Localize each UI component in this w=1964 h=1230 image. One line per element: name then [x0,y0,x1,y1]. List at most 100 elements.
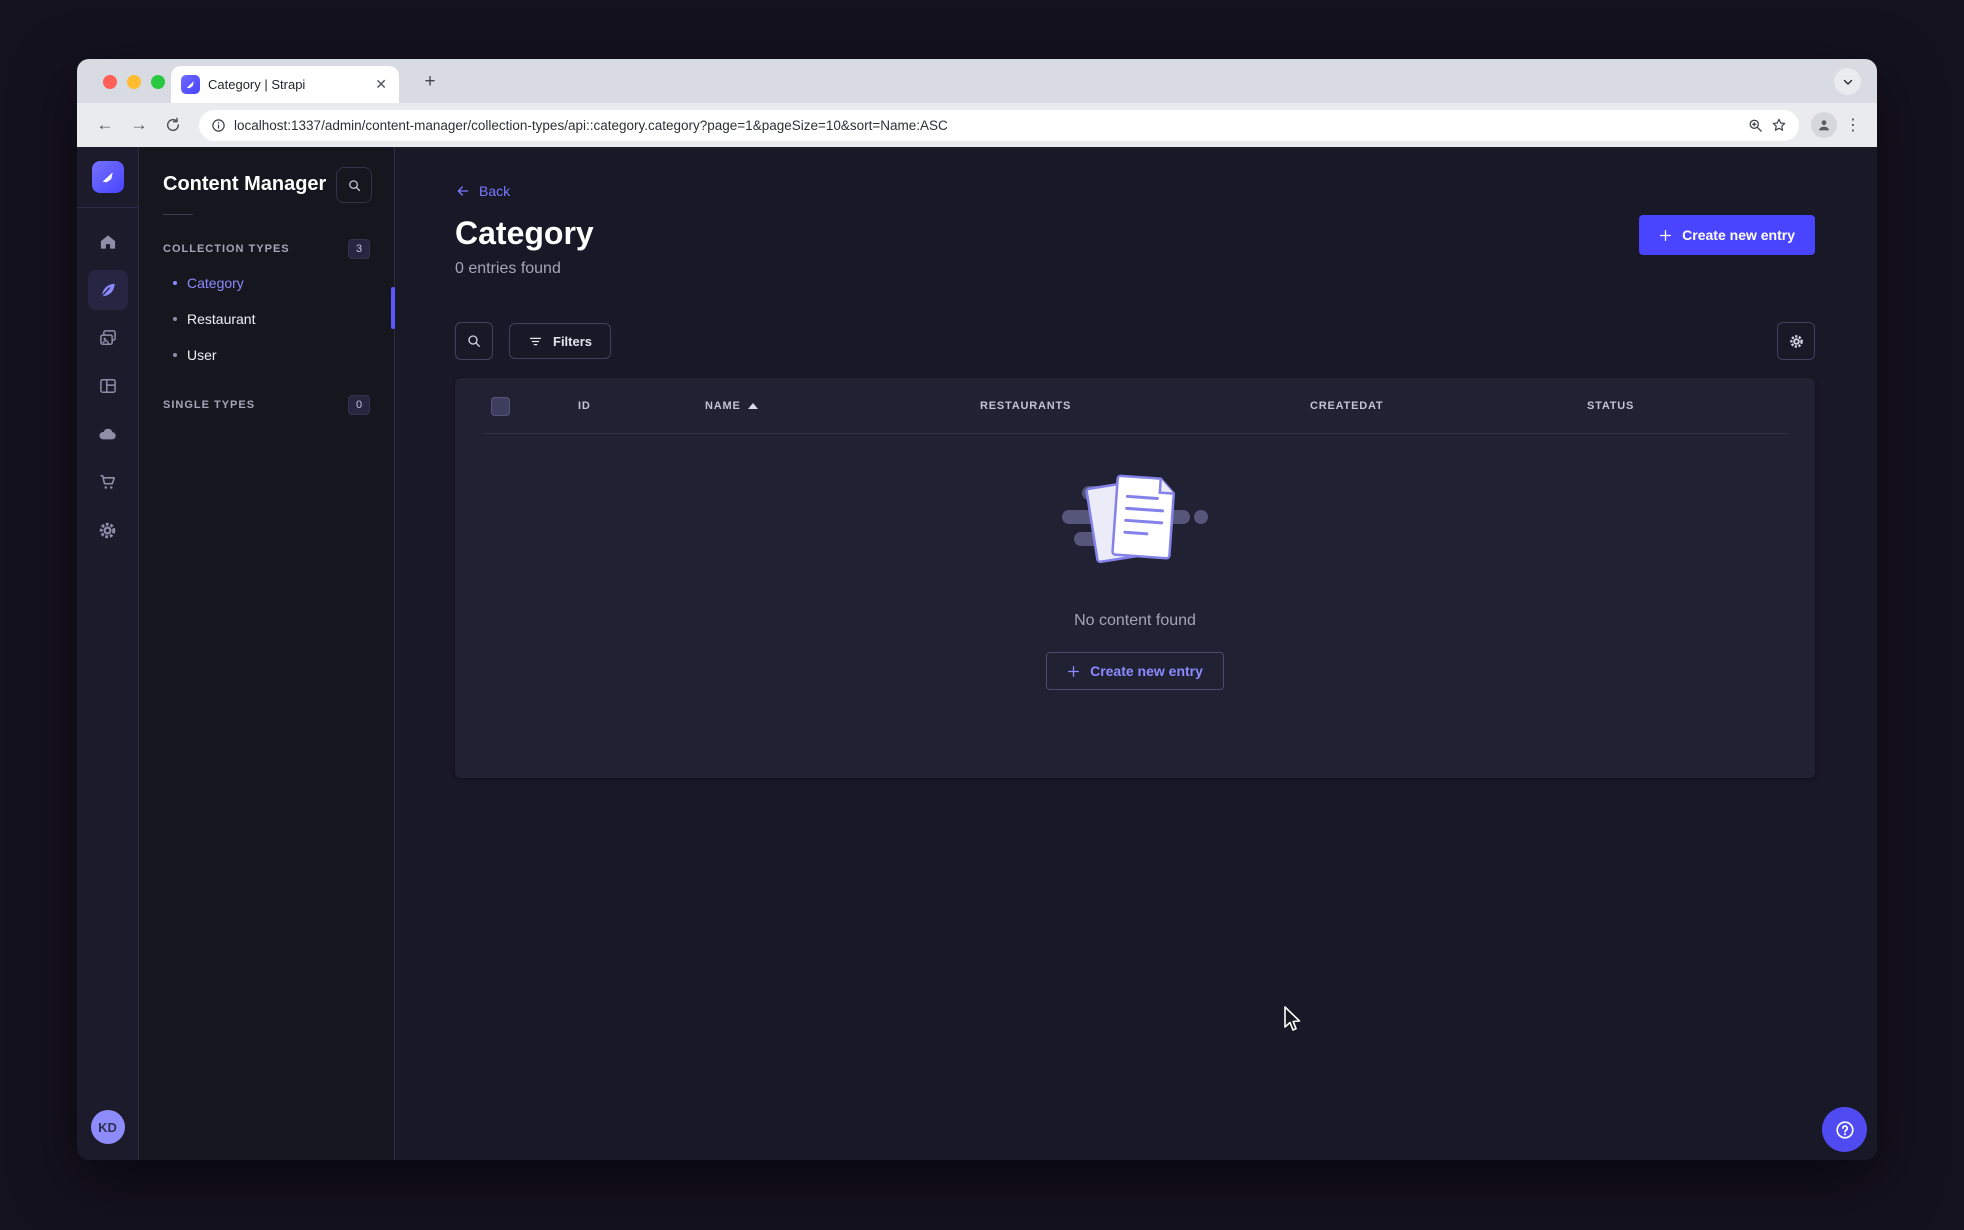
no-content-illustration [1062,474,1208,564]
rail-divider [77,207,139,208]
sidebar-item-label: User [187,347,217,363]
search-icon [348,179,360,191]
column-label: CREATEDAT [1310,400,1384,412]
bullet-icon [173,281,177,285]
single-types-section-header: SINGLE TYPES 0 [163,395,370,415]
plus-icon [1660,229,1672,241]
empty-create-new-entry-button[interactable]: Create new entry [1046,652,1224,690]
cloud-icon [99,428,116,439]
tab-close-icon[interactable]: ✕ [373,76,389,93]
user-avatar[interactable]: KD [90,1110,125,1144]
arrow-left-icon [457,186,469,196]
create-new-entry-label: Create new entry [1682,227,1795,243]
nav-home-button[interactable] [88,222,128,262]
browser-menu-button[interactable]: ⋮ [1843,117,1863,133]
nav-marketplace-button[interactable] [88,462,128,502]
question-mark-icon [1835,1120,1854,1139]
back-link[interactable]: Back [455,183,1815,199]
home-icon [100,235,115,249]
browser-toolbar: ← → localhost:1337/admin/content-manager… [77,103,1877,147]
panel-divider [163,214,193,215]
empty-create-label: Create new entry [1090,663,1203,679]
search-icon [468,335,480,347]
main-content: Back Category 0 entries found Create new… [395,147,1877,1160]
collection-types-section-header: COLLECTION TYPES 3 [163,239,370,259]
feather-pen-icon [100,283,115,298]
person-icon [1819,120,1829,131]
tab-search-button[interactable] [1834,68,1861,95]
nav-settings-button[interactable] [88,510,128,550]
bullet-icon [173,317,177,321]
gear-icon [99,522,116,538]
url-text[interactable]: localhost:1337/admin/content-manager/col… [234,118,1740,133]
content-manager-panel: Content Manager COLLECTION TYPES 3 Categ… [139,147,395,1160]
column-header-status[interactable]: STATUS [1587,400,1815,412]
browser-tab[interactable]: Category | Strapi ✕ [171,66,399,103]
column-label: RESTAURANTS [980,400,1072,412]
minimize-window-button[interactable] [127,75,141,89]
table-actions-row: Filters [455,322,1815,360]
table-header-row: ID NAME RESTAURANTS CREATEDAT STATUS [455,378,1815,434]
column-header-name[interactable]: NAME [705,400,980,412]
panel-search-button[interactable] [336,167,372,203]
sidebar-item-category[interactable]: Category [163,265,370,301]
page-title: Category [455,215,594,251]
empty-state-message: No content found [1074,612,1196,629]
back-button[interactable]: ← [91,111,119,139]
tab-title: Category | Strapi [208,77,306,92]
nav-content-type-builder-button[interactable] [88,366,128,406]
section-label: COLLECTION TYPES [163,243,290,255]
select-all-checkbox[interactable] [491,396,510,416]
layout-icon [99,379,116,393]
browser-window: Category | Strapi ✕ + ← → localhost:1337… [77,59,1877,1160]
entries-table: ID NAME RESTAURANTS CREATEDAT STATUS No … [455,378,1815,778]
bookmark-star-icon[interactable] [1771,117,1787,133]
entries-count: 0 entries found [455,260,561,277]
new-tab-button[interactable]: + [417,69,443,95]
table-settings-button[interactable] [1777,322,1815,360]
single-types-count-badge: 0 [348,395,370,415]
forward-button[interactable]: → [125,111,153,139]
empty-state: No content found Create new entry [455,468,1815,690]
zoom-icon[interactable] [1748,118,1763,133]
strapi-logo[interactable] [91,161,124,193]
filters-label: Filters [553,333,593,349]
panel-title: Content Manager [163,173,327,195]
gear-icon [1789,334,1803,348]
help-button[interactable] [1822,1107,1867,1152]
close-window-button[interactable] [103,75,117,89]
sidebar-item-label: Restaurant [187,311,256,327]
main-nav-rail: KD [77,147,139,1160]
nav-media-library-button[interactable] [88,318,128,358]
nav-content-manager-button[interactable] [87,270,128,310]
strapi-app: KD Content Manager COLLECTION TYPES 3 Ca… [77,147,1877,1160]
chevron-down-icon [1843,79,1852,85]
fullscreen-window-button[interactable] [151,75,165,89]
plus-icon [1068,665,1080,677]
bullet-icon [173,353,177,357]
url-bar[interactable]: localhost:1337/admin/content-manager/col… [199,109,1799,141]
browser-profile-button[interactable] [1811,112,1837,138]
sidebar-item-restaurant[interactable]: Restaurant [163,301,370,337]
nav-cloud-button[interactable] [88,414,128,454]
column-header-createdat[interactable]: CREATEDAT [1310,400,1587,412]
sidebar-item-label: Category [187,275,244,291]
column-label: ID [578,400,591,412]
reload-button[interactable] [159,111,187,139]
site-info-icon[interactable] [211,118,226,133]
window-controls [103,75,165,89]
sidebar-item-user[interactable]: User [163,337,370,373]
sort-ascending-icon [747,403,758,409]
shopping-cart-icon [100,474,115,489]
table-search-button[interactable] [455,322,493,360]
column-label: STATUS [1587,400,1635,412]
create-new-entry-button[interactable]: Create new entry [1639,215,1815,255]
browser-tab-strip: Category | Strapi ✕ + [77,59,1877,103]
media-library-icon [99,330,116,345]
column-label: NAME [705,400,741,412]
back-label: Back [479,183,511,199]
filters-button[interactable]: Filters [509,323,612,359]
section-label: SINGLE TYPES [163,399,256,411]
column-header-id[interactable]: ID [578,400,705,412]
column-header-restaurants[interactable]: RESTAURANTS [980,400,1310,412]
